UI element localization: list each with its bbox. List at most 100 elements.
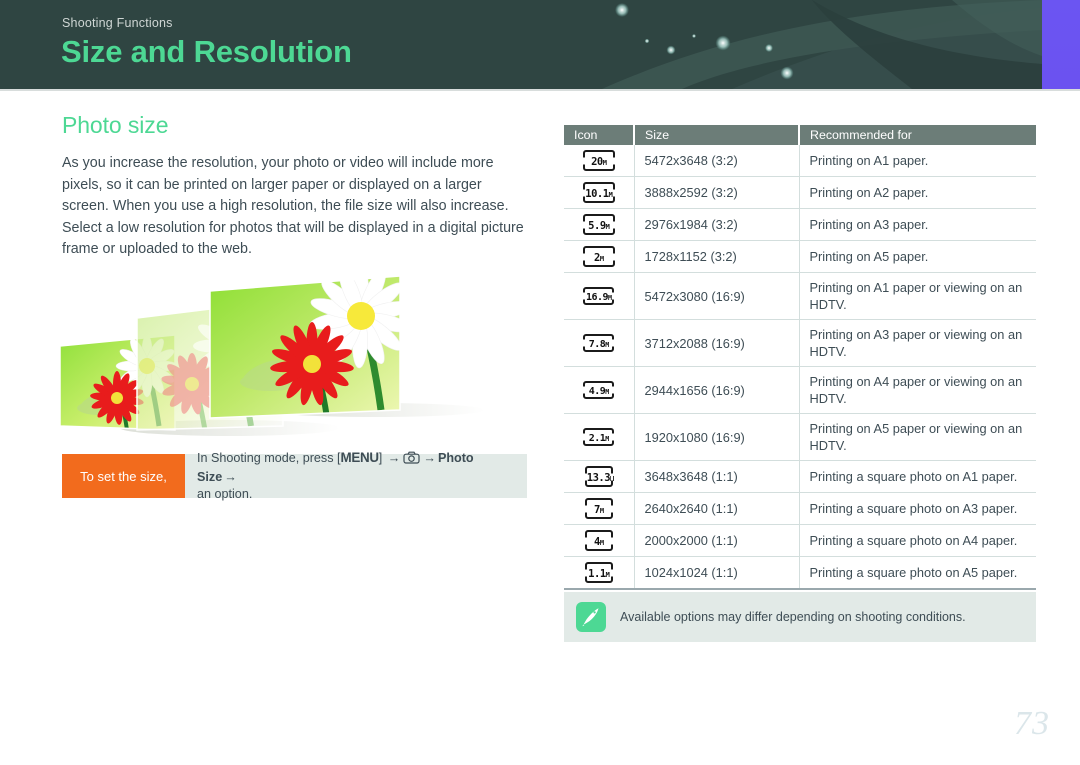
set-size-callout: To set the size, In Shooting mode, press… (62, 450, 527, 501)
table-row: 2M 1728x1152 (3:2) Printing on A5 paper. (564, 240, 1036, 273)
resolution-badge-unit: M (605, 223, 610, 231)
resolution-badge-unit: M (602, 159, 607, 167)
resolution-badge-icon: 16.9M (583, 287, 615, 305)
cell-size: 1024x1024 (1:1) (634, 556, 800, 590)
resolution-badge-icon: 1.1M (584, 562, 613, 583)
resolution-badge-label: 1.1M (588, 568, 610, 580)
left-content-column: Photo size As you increase the resolutio… (62, 112, 542, 261)
table-row: 7M 2640x2640 (1:1) Printing a square photo… (564, 492, 1036, 525)
table-row: 7.8M 3712x2088 (16:9) Printing on A3 paper… (564, 319, 1036, 367)
resolution-badge-icon: 7M (584, 498, 613, 519)
resolution-badge-icon: 5.9M (582, 214, 615, 235)
cell-icon: 5.9M (564, 208, 635, 241)
table-row: 13.3M 3648x3648 (1:1) Printing a square ph… (564, 460, 1036, 493)
cell-size: 3648x3648 (1:1) (634, 460, 800, 493)
section-body-text: As you increase the resolution, your pho… (62, 155, 524, 257)
table-row: 5.9M 2976x1984 (3:2) Printing on A3 paper. (564, 208, 1036, 241)
section-title: Photo size (62, 112, 169, 138)
cell-recommended: Printing on A1 paper or viewing on an HD… (799, 272, 1036, 320)
resolution-badge-label: 7M (594, 504, 604, 516)
cell-size: 1728x1152 (3:2) (634, 240, 800, 273)
resolution-badge-unit: M (599, 255, 604, 263)
callout-instruction: In Shooting mode, press [MENU] → → Photo … (185, 450, 527, 501)
cell-recommended: Printing on A5 paper. (799, 240, 1036, 273)
table-header-row: Icon Size Recommended for (564, 125, 1036, 145)
column-header-recommended: Recommended for (799, 125, 1036, 145)
resolution-badge-icon: 4M (584, 530, 613, 551)
breadcrumb: Shooting Functions (62, 16, 173, 30)
cell-size: 5472x3080 (16:9) (634, 272, 800, 320)
table-row: 4.9M 2944x1656 (16:9) Printing on A4 paper… (564, 366, 1036, 414)
photo-size-illustration (55, 258, 485, 443)
resolution-badge-unit: M (599, 507, 604, 515)
cell-recommended: Printing a square photo on A5 paper. (799, 556, 1036, 590)
callout-after-key: ] (378, 451, 386, 465)
arrow-glyph-2: → (423, 451, 436, 465)
cell-size: 5472x3648 (3:2) (634, 145, 800, 177)
cell-recommended: Printing on A3 paper. (799, 208, 1036, 241)
resolution-badge-label: 16.9M (585, 292, 612, 303)
cell-size: 2000x2000 (1:1) (634, 524, 800, 557)
resolution-badge-unit: M (599, 539, 604, 547)
resolution-badge-label: 13.3M (586, 472, 614, 484)
cell-icon: 7M (564, 492, 635, 525)
resolution-badge-unit: M (608, 191, 613, 199)
resolution-badge-icon: 13.3M (584, 466, 614, 487)
cell-size: 2640x2640 (1:1) (634, 492, 800, 525)
note-box: Available options may differ depending o… (564, 592, 1036, 642)
table-body: 20M 5472x3648 (3:2) Printing on A1 paper. 1… (564, 145, 1036, 590)
cell-icon: 1.1M (564, 556, 635, 590)
resolution-badge-label: 4.9M (588, 386, 610, 397)
cell-recommended: Printing on A2 paper. (799, 176, 1036, 209)
cell-size: 3712x2088 (16:9) (634, 319, 800, 367)
cell-icon: 4.9M (564, 366, 635, 414)
table-row: 2.1M 1920x1080 (16:9) Printing on A5 paper… (564, 413, 1036, 461)
resolution-badge-icon: 4.9M (583, 381, 615, 399)
cell-icon: 7.8M (564, 319, 635, 367)
menu-key-label: MENU (340, 450, 380, 465)
cell-icon: 10.1M (564, 176, 635, 209)
cell-icon: 20M (564, 145, 635, 177)
resolution-badge-icon: 10.1M (582, 182, 615, 203)
resolution-badge-unit: M (605, 388, 609, 396)
resolution-badge-unit: M (605, 341, 609, 349)
cell-recommended: Printing a square photo on A4 paper. (799, 524, 1036, 557)
table-row: 16.9M 5472x3080 (16:9) Printing on A1 pape… (564, 272, 1036, 320)
header-purple-band (1042, 0, 1080, 89)
cell-icon: 4M (564, 524, 635, 557)
resolution-badge-label: 2M (594, 252, 604, 264)
table-row: 20M 5472x3648 (3:2) Printing on A1 paper. (564, 145, 1036, 177)
resolution-badge-unit: M (610, 475, 614, 483)
camera-icon (403, 451, 420, 469)
cell-icon: 2M (564, 240, 635, 273)
cell-size: 3888x2592 (3:2) (634, 176, 800, 209)
resolution-badge-icon: 20M (582, 150, 615, 171)
cell-recommended: Printing a square photo on A3 paper. (799, 492, 1036, 525)
note-text: Available options may differ depending o… (620, 610, 966, 624)
resolution-badge-label: 4M (594, 536, 604, 548)
photo-size-table: Icon Size Recommended for 20M 5472x3648 (… (564, 125, 1036, 590)
resolution-badge-icon: 7.8M (583, 334, 615, 352)
resolution-badge-label: 7.8M (588, 339, 610, 350)
table-row: 10.1M 3888x2592 (3:2) Printing on A2 paper… (564, 176, 1036, 209)
cell-recommended: Printing on A1 paper. (799, 145, 1036, 177)
resolution-badge-unit: M (605, 435, 609, 443)
resolution-badge-unit: M (605, 571, 610, 579)
resolution-badge-label: 20M (591, 156, 607, 168)
cell-recommended: Printing a square photo on A1 paper. (799, 460, 1036, 493)
arrow-glyph-3: → (224, 470, 237, 484)
cell-recommended: Printing on A5 paper or viewing on an HD… (799, 413, 1036, 461)
pen-note-icon (576, 602, 606, 632)
cell-icon: 16.9M (564, 272, 635, 320)
callout-suffix: an option. (197, 487, 253, 501)
column-header-icon: Icon (564, 125, 635, 145)
cell-size: 2976x1984 (3:2) (634, 208, 800, 241)
callout-tag-label: To set the size, (62, 454, 185, 498)
callout-text-line: In Shooting mode, press [MENU] → → Photo … (197, 449, 515, 503)
cell-icon: 13.3M (564, 460, 635, 493)
cell-recommended: Printing on A3 paper or viewing on an HD… (799, 319, 1036, 367)
cell-size: 2944x1656 (16:9) (634, 366, 800, 414)
callout-prefix: In Shooting mode, press [ (197, 451, 341, 465)
header-divider-rule (0, 89, 1080, 91)
column-header-size: Size (634, 125, 800, 145)
